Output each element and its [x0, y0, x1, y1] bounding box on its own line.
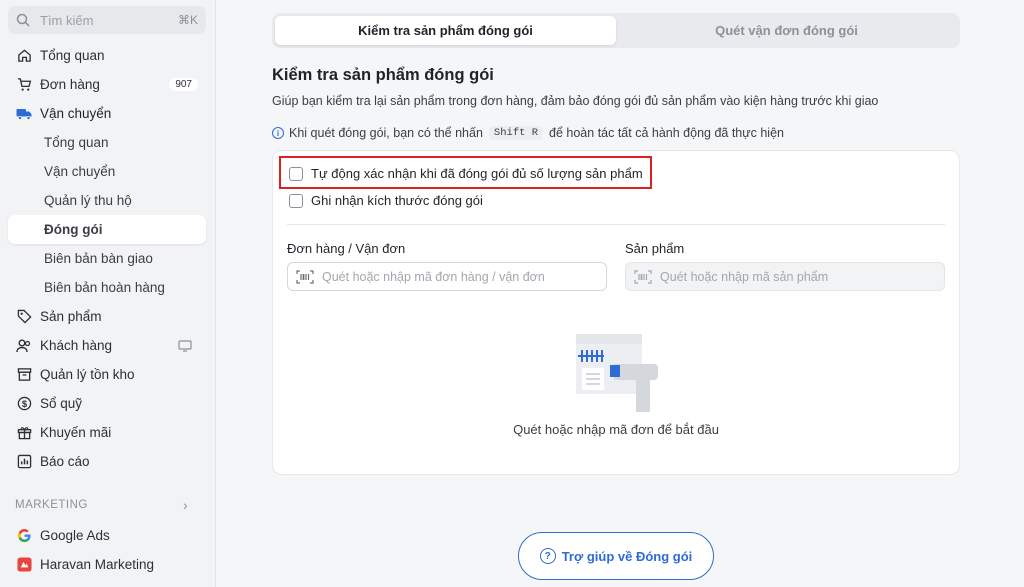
sidebar: Tìm kiếm ⌘K Tổng quan Đơn hàng 907 Vận c… [0, 0, 216, 587]
sidebar-item-google-ads[interactable]: Google Ads [8, 522, 206, 549]
product-input-placeholder: Quét hoặc nhập mã sản phẩm [660, 269, 829, 284]
marketing-section-label: MARKETING [15, 499, 88, 511]
truck-icon [16, 106, 32, 122]
sidebar-subitem-van-chuyen[interactable]: Vận chuyển [8, 158, 206, 185]
record-size-checkbox-row[interactable]: Ghi nhận kích thước đóng gói [289, 193, 483, 208]
sidebar-item-quan-ly-ton-kho[interactable]: Quản lý tồn kho [8, 361, 206, 388]
sidebar-item-khach-hang[interactable]: Khách hàng [8, 332, 206, 359]
sidebar-item-label: Khuyến mãi [40, 425, 112, 440]
sidebar-item-label: Biên bản bàn giao [44, 251, 153, 266]
sidebar-item-label: Biên bản hoàn hàng [44, 280, 165, 295]
search-input[interactable]: Tìm kiếm ⌘K [8, 6, 206, 34]
chevron-right-icon[interactable]: › [183, 497, 188, 513]
barcode-icon [634, 269, 652, 284]
help-button-label: Trợ giúp về Đóng gói [561, 548, 693, 564]
auto-confirm-label: Tự động xác nhận khi đã đóng gói đủ số l… [311, 166, 643, 181]
sidebar-item-label: Đóng gói [44, 222, 103, 237]
search-icon [16, 13, 30, 27]
tab-quet-van-don[interactable]: Quét vận đơn đóng gói [616, 16, 957, 45]
empty-state-text: Quét hoặc nhập mã đơn để bắt đầu [513, 422, 719, 437]
sidebar-subitem-bien-ban-ban-giao[interactable]: Biên bản bàn giao [8, 245, 206, 272]
haravan-marketing-icon [16, 557, 32, 573]
sidebar-item-label: Haravan Marketing [40, 557, 155, 572]
sidebar-item-label: Quản lý thu hộ [44, 193, 132, 208]
scanner-box-illustration [576, 334, 658, 412]
order-count-badge: 907 [169, 78, 198, 91]
hint-prefix: Khi quét đóng gói, bạn có thể nhấn [289, 126, 483, 140]
shortcut-key: Shift R [488, 126, 544, 140]
archive-icon [16, 367, 32, 383]
svg-text:$: $ [21, 399, 27, 409]
order-input-placeholder: Quét hoặc nhập mã đơn hàng / vận đơn [322, 269, 545, 284]
sidebar-subitem-bien-ban-hoan-hang[interactable]: Biên bản hoàn hàng [8, 274, 206, 301]
tab-kiem-tra-san-pham[interactable]: Kiểm tra sản phẩm đóng gói [275, 16, 616, 45]
info-icon: i [272, 127, 284, 139]
sidebar-item-haravan-marketing[interactable]: Haravan Marketing [8, 551, 206, 578]
divider [287, 224, 945, 225]
sidebar-item-label: Google Ads [40, 528, 110, 543]
home-icon [16, 48, 32, 64]
dollar-icon: $ [16, 396, 32, 412]
sidebar-item-label: Sản phẩm [40, 309, 102, 324]
sidebar-item-tong-quan[interactable]: Tổng quan [8, 42, 206, 69]
order-field-label: Đơn hàng / Vận đơn [287, 241, 406, 256]
sidebar-subitem-quan-ly-thu-ho[interactable]: Quản lý thu hộ [8, 187, 206, 214]
page-title: Kiểm tra sản phẩm đóng gói [272, 66, 494, 84]
gift-icon [16, 425, 32, 441]
help-button[interactable]: ? Trợ giúp về Đóng gói [518, 532, 714, 580]
undo-hint: i Khi quét đóng gói, bạn có thể nhấn Shi… [272, 126, 784, 140]
tag-icon [16, 309, 32, 325]
sidebar-item-label: Vận chuyển [40, 106, 112, 121]
sidebar-item-van-chuyen[interactable]: Vận chuyển [8, 100, 206, 127]
sidebar-item-label: Tổng quan [44, 135, 109, 150]
google-icon [16, 528, 32, 544]
hint-suffix: để hoàn tác tất cả hành động đã thực hiệ… [549, 126, 784, 140]
auto-confirm-checkbox[interactable] [289, 166, 303, 181]
tab-bar: Kiểm tra sản phẩm đóng gói Quét vận đơn … [272, 13, 960, 48]
sidebar-item-khuyen-mai[interactable]: Khuyến mãi [8, 419, 206, 446]
sidebar-item-label: Đơn hàng [40, 77, 100, 92]
sidebar-item-label: Sổ quỹ [40, 396, 83, 411]
sidebar-item-label: Vận chuyển [44, 164, 116, 179]
order-scan-input[interactable]: Quét hoặc nhập mã đơn hàng / vận đơn [287, 262, 607, 291]
product-scan-input[interactable]: Quét hoặc nhập mã sản phẩm [625, 262, 945, 291]
sidebar-subitem-tong-quan[interactable]: Tổng quan [8, 129, 206, 156]
record-size-checkbox[interactable] [289, 193, 303, 208]
sidebar-subitem-dong-goi[interactable]: Đóng gói [8, 215, 206, 244]
sidebar-item-label: Khách hàng [40, 338, 113, 353]
record-size-label: Ghi nhận kích thước đóng gói [311, 193, 483, 208]
sidebar-item-don-hang[interactable]: Đơn hàng 907 [8, 71, 206, 98]
sidebar-item-label: Tổng quan [40, 48, 105, 63]
users-icon [16, 338, 32, 354]
sidebar-item-bao-cao[interactable]: Báo cáo [8, 448, 206, 475]
sidebar-item-so-quy[interactable]: $ Sổ quỹ [8, 390, 206, 417]
barcode-icon [296, 269, 314, 284]
auto-confirm-checkbox-row[interactable]: Tự động xác nhận khi đã đóng gói đủ số l… [289, 166, 643, 181]
search-shortcut: ⌘K [177, 13, 198, 27]
sidebar-item-label: Báo cáo [40, 454, 90, 469]
sidebar-item-label: Quản lý tồn kho [40, 367, 135, 382]
product-field-label: Sản phẩm [625, 241, 685, 256]
chart-icon [16, 454, 32, 470]
question-icon: ? [539, 548, 556, 564]
cart-icon [16, 77, 32, 93]
search-placeholder: Tìm kiếm [40, 12, 94, 28]
page-description: Giúp bạn kiểm tra lại sản phẩm trong đơn… [272, 94, 879, 108]
screen-share-icon[interactable] [178, 339, 192, 352]
sidebar-item-san-pham[interactable]: Sản phẩm [8, 303, 206, 330]
